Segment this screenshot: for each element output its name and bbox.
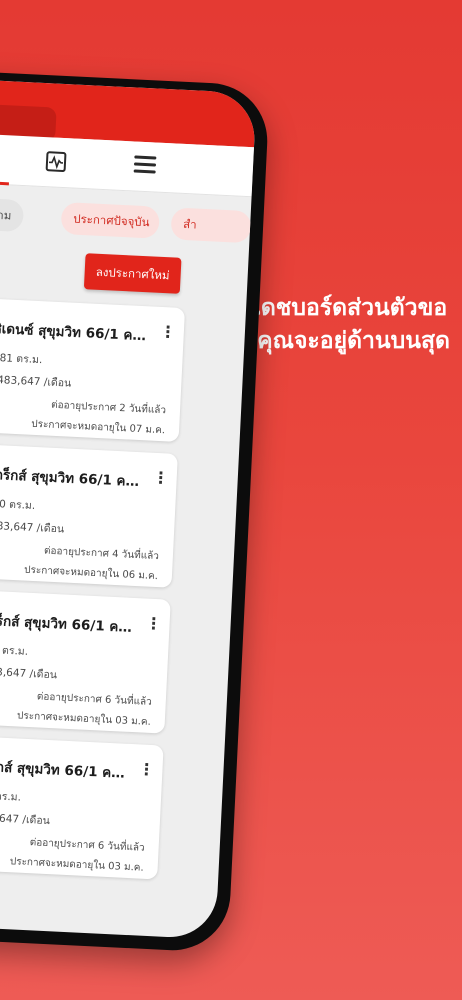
activity-pulse-icon[interactable] <box>43 149 68 174</box>
more-options-icon[interactable]: ⋮ <box>159 321 176 344</box>
listing-meta: คอนโด · 2 · 205 ตร.ม. <box>0 786 22 804</box>
more-options-icon[interactable]: ⋮ <box>145 613 162 636</box>
listing-meta: คอนโด · 2 · 224 ตร.ม. <box>0 641 29 658</box>
listing-renewed: ต่ออายุประกาศ 2 วันที่แล้ว <box>50 399 167 417</box>
listing-expiry: ประกาศจะหมดอายุใน 06 ม.ค. <box>23 564 159 583</box>
listing-renewed: ต่ออายุประกาศ 6 วันที่แล้ว <box>29 837 145 854</box>
listing-renewed: ต่ออายุประกาศ 4 วันที่แล้ว <box>43 545 160 563</box>
filter-chips: เรียงตาม ประกาศปัจจุบัน สำ <box>0 195 252 244</box>
listing-title: แอชตัน เรสแตร็กส์ สุขุมวิท 66/1 คอนโดมิเ… <box>0 463 144 493</box>
hamburger-menu-icon[interactable] <box>133 155 157 174</box>
listing-card[interactable]: แอชตัน เรสซิเดนซ์ สุขุมวิท 66/1 คอนโดมิเ… <box>0 295 186 442</box>
listing-expiry: ประกาศจะหมดอายุใน 03 ม.ค. <box>9 856 144 874</box>
listing-title: แอชตัน เรสแตร็กส์ สุขุมวิท 66/1 คอนโดมิเ… <box>0 609 136 639</box>
new-listing-button[interactable]: ลงประกาศใหม่ <box>83 253 182 294</box>
more-options-icon[interactable]: ⋮ <box>138 758 155 781</box>
listing-meta: คอนโด · 281 ตร.ม. <box>0 350 43 367</box>
listing-expiry: ประกาศจะหมดอายุใน 07 ม.ค. <box>30 418 166 437</box>
more-options-icon[interactable]: ⋮ <box>152 467 169 490</box>
sort-chip[interactable]: เรียงตาม <box>0 195 25 233</box>
listing-title: แอชตัน เรสซิเดนซ์ สุขุมวิท 66/1 คอนโดมิเ… <box>0 317 151 347</box>
current-listings-chip[interactable]: ประกาศปัจจุบัน <box>60 201 160 239</box>
active-tab-indicator <box>0 178 9 186</box>
listing-meta: คอนโด · 2 · 330 ตร.ม. <box>0 495 36 513</box>
other-chip[interactable]: สำ <box>170 207 252 244</box>
listing-renewed: ต่ออายุประกาศ 6 วันที่แล้ว <box>36 691 153 708</box>
listing-expiry: ประกาศจะหมดอายุใน 03 ม.ค. <box>16 710 152 728</box>
app-screen: เรียงตาม ประกาศปัจจุบัน สำ ลงประกาศใหม่ … <box>0 77 257 940</box>
listing-card[interactable]: แอชตัน เรสแตร็กส์ สุขุมวิท 66/1 คอนโดมิเ… <box>0 586 171 734</box>
listing-title: แอชตัน เรสแตร็กส์ สุขุมวิท 66/1 คอนโดมิเ… <box>0 755 129 784</box>
promo-headline: แดชบอร์ดส่วนตัวของคุณจะอยู่ด้านบนสุด <box>246 295 450 354</box>
phone-frame: เรียงตาม ประกาศปัจจุบัน สำ ลงประกาศใหม่ … <box>0 68 271 953</box>
listing-card[interactable]: แอชตัน เรสแตร็กส์ สุขุมวิท 66/1 คอนโดมิเ… <box>0 732 164 880</box>
listing-card[interactable]: แอชตัน เรสแตร็กส์ สุขุมวิท 66/1 คอนโดมิเ… <box>0 440 178 588</box>
